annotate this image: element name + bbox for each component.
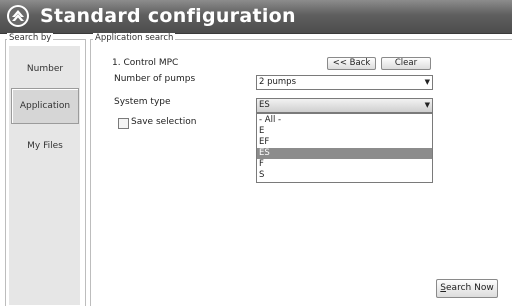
- system-type-option-f[interactable]: F: [257, 159, 432, 170]
- nav-number-label: Number: [26, 64, 64, 74]
- system-type-option-s[interactable]: S: [257, 170, 432, 181]
- clear-button[interactable]: Clear: [381, 57, 431, 70]
- system-type-option-ef[interactable]: EF: [257, 137, 432, 148]
- system-type-select[interactable]: ES ▼: [256, 98, 433, 113]
- search-now-label: earch Now: [446, 283, 494, 293]
- nav-application-button[interactable]: Application: [11, 88, 79, 124]
- search-by-legend: Search by: [7, 33, 54, 43]
- grundfos-logo-icon: [7, 5, 29, 27]
- page-title: Standard configuration: [40, 5, 296, 27]
- nav-my-files-button[interactable]: My Files: [11, 128, 79, 164]
- search-now-button[interactable]: Search Now: [436, 279, 498, 298]
- system-type-option-all[interactable]: - All -: [257, 115, 432, 126]
- pumps-select[interactable]: 2 pumps ▼: [256, 75, 433, 90]
- chevron-down-icon: ▼: [424, 101, 430, 109]
- system-type-option-es[interactable]: ES: [257, 148, 432, 159]
- step-label: 1. Control MPC: [112, 58, 179, 68]
- save-selection-label: Save selection: [131, 117, 197, 127]
- system-type-label: System type: [114, 97, 171, 107]
- pumps-value: 2 pumps: [259, 77, 296, 87]
- pumps-label: Number of pumps: [114, 74, 196, 84]
- nav-application-label: Application: [19, 101, 71, 111]
- back-button[interactable]: << Back: [327, 57, 376, 70]
- save-selection-checkbox[interactable]: [118, 118, 129, 129]
- system-type-dropdown: - All - E EF ES F S: [256, 113, 433, 183]
- nav-my-files-label: My Files: [27, 141, 63, 151]
- nav-number-button[interactable]: Number: [11, 51, 79, 87]
- title-bar: Standard configuration: [0, 0, 512, 34]
- chevron-down-icon: ▼: [424, 78, 430, 86]
- system-type-value: ES: [259, 100, 270, 110]
- system-type-option-e[interactable]: E: [257, 126, 432, 137]
- application-search-legend: Application search: [93, 33, 176, 43]
